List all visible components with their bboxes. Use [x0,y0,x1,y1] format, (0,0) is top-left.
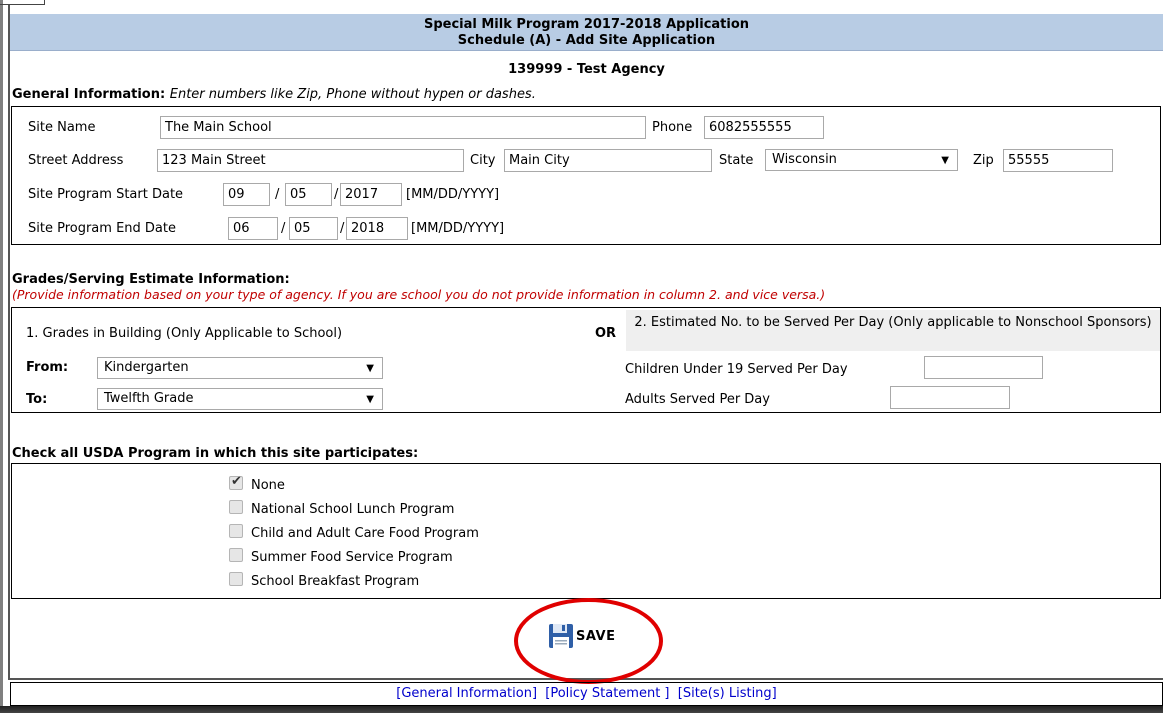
grade-from-value: Kindergarten [104,360,189,375]
state-select[interactable]: Wisconsin ▼ [765,149,958,171]
chevron-down-icon: ▼ [366,394,374,405]
zip-label: Zip [973,153,994,168]
to-label: To: [26,392,48,407]
street-address-input[interactable]: 123 Main Street [157,149,464,172]
page-header: Special Milk Program 2017-2018 Applicati… [10,14,1163,51]
general-info-title: General Information: [12,87,166,102]
footer-link-general-information[interactable]: [General Information] [396,686,537,701]
adults-served-label: Adults Served Per Day [625,392,770,407]
footer-link-sites-listing[interactable]: [Site(s) Listing] [678,686,777,701]
program-label: School Breakfast Program [251,574,420,589]
start-date-format-hint: [MM/DD/YYYY] [406,187,500,202]
grade-to-value: Twelfth Grade [104,391,194,406]
start-date-label: Site Program Start Date [28,187,184,202]
grade-to-select[interactable]: Twelfth Grade ▼ [97,388,383,410]
window-left-edge [0,0,3,713]
floppy-disk-icon [549,624,573,648]
phone-label: Phone [652,120,693,135]
end-date-label: Site Program End Date [28,221,176,236]
program-label: Child and Adult Care Food Program [251,526,479,541]
programs-box [11,463,1161,599]
taskbar-edge [0,706,1163,713]
program-checkbox[interactable] [229,548,243,562]
save-label: SAVE [576,629,616,644]
general-info-hint: Enter numbers like Zip, Phone without hy… [169,87,536,102]
program-label: National School Lunch Program [251,502,455,517]
start-date-slash: / [334,187,339,202]
children-served-input[interactable] [924,356,1043,379]
save-button[interactable]: SAVE [548,621,628,653]
chevron-down-icon: ▼ [941,155,949,166]
end-date-slash: / [340,221,345,236]
page-subtitle: Schedule (A) - Add Site Application [457,33,716,48]
program-checkbox[interactable] [229,500,243,514]
chevron-down-icon: ▼ [366,363,374,374]
footer-nav: [General Information] [Policy Statement … [10,682,1163,706]
program-checkbox[interactable] [229,474,243,490]
start-day-input[interactable]: 05 [285,183,332,206]
from-label: From: [26,360,69,375]
street-address-label: Street Address [28,153,124,168]
agency-name: 139999 - Test Agency [508,62,665,77]
adults-served-input[interactable] [890,386,1010,409]
zip-input[interactable]: 55555 [1003,149,1113,172]
program-label: Summer Food Service Program [251,550,453,565]
city-input[interactable]: Main City [504,149,712,172]
end-year-input[interactable]: 2018 [346,217,408,240]
program-checkbox[interactable] [229,572,243,586]
general-info-heading: General Information: Enter numbers like … [12,87,536,102]
grades-heading: Grades/Serving Estimate Information: [12,272,290,287]
grades-column-header: 1. Grades in Building (Only Applicable t… [26,326,343,341]
grades-hint: (Provide information based on your type … [12,287,826,302]
site-name-label: Site Name [28,120,96,135]
end-date-slash: / [281,221,286,236]
end-day-input[interactable]: 05 [289,217,338,240]
grade-from-select[interactable]: Kindergarten ▼ [97,357,383,379]
program-checkbox[interactable] [229,524,243,538]
end-month-input[interactable]: 06 [228,217,278,240]
footer-link-policy-statement[interactable]: [Policy Statement ] [545,686,669,701]
phone-input[interactable]: 6082555555 [704,116,824,139]
end-date-format-hint: [MM/DD/YYYY] [411,221,505,236]
start-month-input[interactable]: 09 [223,183,270,206]
children-served-label: Children Under 19 Served Per Day [625,362,848,377]
start-year-input[interactable]: 2017 [340,183,402,206]
start-date-slash: / [275,187,280,202]
program-label: None [251,478,285,493]
state-label: State [719,153,754,168]
city-label: City [470,153,496,168]
programs-heading: Check all USDA Program in which this sit… [12,446,419,461]
estimate-column-header: 2. Estimated No. to be Served Per Day (O… [626,310,1160,351]
or-label: OR [595,326,617,341]
site-name-input[interactable]: The Main School [160,116,646,139]
state-value: Wisconsin [772,152,837,167]
page-title: Special Milk Program 2017-2018 Applicati… [423,17,750,32]
